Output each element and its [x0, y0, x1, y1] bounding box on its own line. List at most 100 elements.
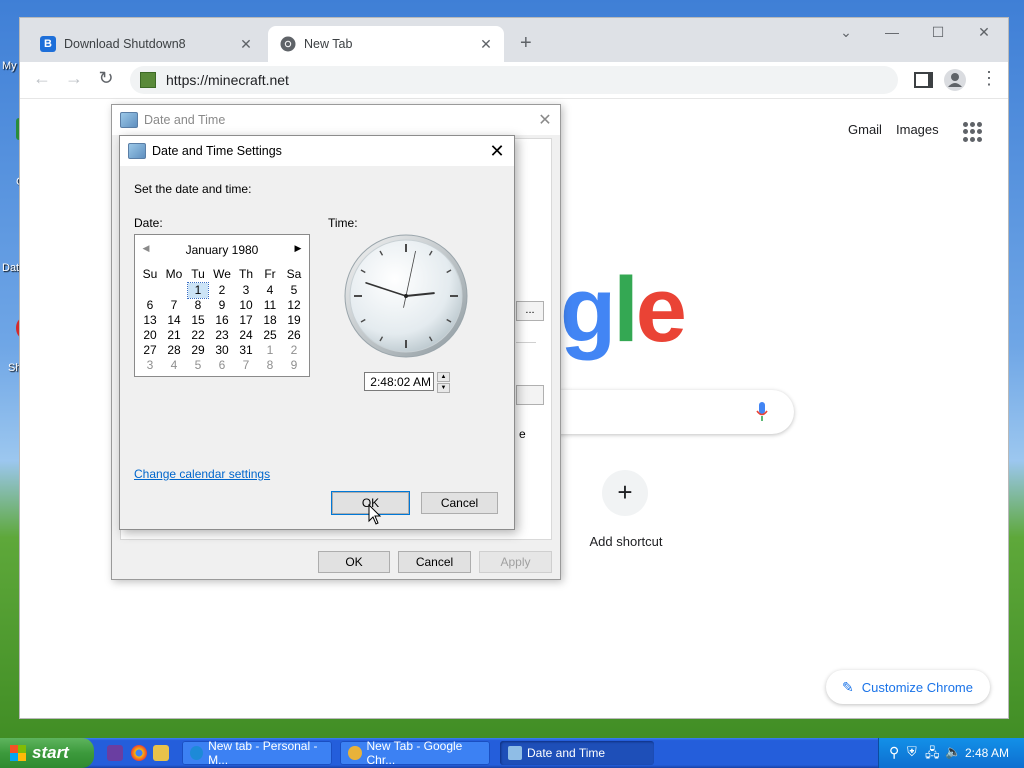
shield-icon[interactable]: ⛨ [907, 744, 917, 760]
calendar-day[interactable]: 15 [186, 313, 210, 328]
cancel-button[interactable]: Cancel [421, 492, 498, 514]
calendar-day[interactable]: 5 [186, 358, 210, 373]
change-timezone-button-partial[interactable] [516, 385, 544, 405]
calendar-day[interactable]: 11 [258, 298, 282, 313]
edge-icon [190, 746, 204, 760]
taskbar-clock[interactable]: 2:48 AM [965, 746, 1009, 760]
prev-month-icon[interactable]: ◀ [139, 243, 153, 254]
menu-icon[interactable]: ⋮ [980, 68, 998, 89]
calendar-day[interactable]: 19 [282, 313, 306, 328]
customize-chrome-button[interactable]: ✎ Customize Chrome [826, 670, 990, 704]
calendar-day[interactable]: 2 [210, 283, 234, 298]
url-text: https://minecraft.net [166, 72, 289, 88]
images-link[interactable]: Images [896, 122, 939, 137]
calendar-day[interactable]: 25 [258, 328, 282, 343]
close-icon[interactable]: ✕ [480, 141, 514, 162]
calendar-day[interactable]: 24 [234, 328, 258, 343]
calendar-day[interactable]: 6 [138, 298, 162, 313]
add-shortcut-button[interactable]: + [602, 470, 648, 516]
gmail-link[interactable]: Gmail [848, 122, 882, 137]
cancel-button[interactable]: Cancel [398, 551, 471, 573]
calendar-day[interactable]: 1 [187, 282, 209, 299]
address-bar[interactable]: https://minecraft.net [130, 66, 898, 94]
calendar-day[interactable]: 21 [162, 328, 186, 343]
spin-down-icon[interactable]: ▼ [437, 383, 450, 393]
tab-download-shutdown8[interactable]: B Download Shutdown8 ✕ [28, 26, 264, 62]
tab-new-tab[interactable]: New Tab ✕ [268, 26, 504, 62]
calendar-day[interactable]: 30 [210, 343, 234, 358]
new-tab-button[interactable]: + [520, 32, 532, 55]
spin-up-icon[interactable]: ▲ [437, 372, 450, 382]
date-time-icon [120, 112, 138, 128]
calendar-day[interactable]: 22 [186, 328, 210, 343]
calendar-day[interactable]: 9 [210, 298, 234, 313]
apply-button[interactable]: Apply [479, 551, 552, 573]
visual-studio-icon[interactable] [107, 745, 123, 761]
forward-icon[interactable]: → [62, 68, 86, 89]
calendar-day[interactable]: 2 [282, 343, 306, 358]
reload-icon[interactable]: ↻ [94, 68, 118, 89]
calendar-day[interactable]: 3 [234, 283, 258, 298]
task-date-time[interactable]: Date and Time [500, 741, 654, 765]
browser-toolbar: ← → ↻ https://minecraft.net ⋮ [20, 62, 1008, 99]
month-calendar[interactable]: ◀ January 1980 ▶ Su Mo Tu We Th Fr Sa 12345678… [134, 234, 310, 377]
calendar-day[interactable]: 27 [138, 343, 162, 358]
next-month-icon[interactable]: ▶ [291, 243, 305, 254]
calendar-day[interactable]: 20 [138, 328, 162, 343]
calendar-day[interactable]: 28 [162, 343, 186, 358]
tab-search-icon[interactable]: ⌄ [826, 24, 866, 41]
folder-icon[interactable] [153, 745, 169, 761]
network-icon[interactable]: 🖧 [925, 744, 940, 766]
time-spinner[interactable]: ▲ ▼ [437, 372, 450, 393]
calendar-day[interactable]: 4 [162, 358, 186, 373]
calendar-day[interactable]: 17 [234, 313, 258, 328]
calendar-day[interactable]: 8 [186, 298, 210, 313]
task-chrome[interactable]: New Tab - Google Chr... [340, 739, 490, 767]
calendar-day[interactable]: 3 [138, 358, 162, 373]
calendar-day[interactable]: 31 [234, 343, 258, 358]
change-calendar-settings-link[interactable]: Change calendar settings [134, 467, 270, 481]
close-tab-icon[interactable]: ✕ [478, 36, 494, 53]
calendar-day[interactable]: 18 [258, 313, 282, 328]
change-button-partial[interactable]: ... [516, 301, 544, 321]
microphone-icon[interactable] [756, 402, 768, 422]
calendar-day[interactable]: 12 [282, 298, 306, 313]
tab-strip: B Download Shutdown8 ✕ New Tab ✕ + ⌄ — ☐… [20, 18, 1008, 62]
calendar-day[interactable]: 23 [210, 328, 234, 343]
minimize-icon[interactable]: — [872, 24, 912, 40]
calendar-day[interactable]: 14 [162, 313, 186, 328]
chrome-icon[interactable] [131, 745, 147, 761]
calendar-day[interactable]: 4 [258, 283, 282, 298]
ok-button[interactable]: OK [318, 551, 390, 573]
google-apps-icon[interactable] [963, 122, 983, 142]
start-button[interactable]: start [0, 738, 94, 768]
close-window-icon[interactable]: ✕ [964, 24, 1004, 41]
logo-letter: l [613, 259, 639, 361]
calendar-day[interactable]: 16 [210, 313, 234, 328]
calendar-day[interactable]: 8 [258, 358, 282, 373]
calendar-day[interactable]: 13 [138, 313, 162, 328]
tab-title: New Tab [304, 37, 353, 51]
calendar-month-title[interactable]: January 1980 [159, 243, 285, 257]
search-icon[interactable]: ⚲ [889, 744, 899, 761]
close-tab-icon[interactable]: ✕ [238, 36, 254, 53]
calendar-day[interactable]: 6 [210, 358, 234, 373]
task-edge[interactable]: New tab - Personal - M... [182, 739, 332, 767]
side-panel-icon[interactable] [914, 72, 933, 88]
calendar-day[interactable]: 9 [282, 358, 306, 373]
calendar-day[interactable]: 26 [282, 328, 306, 343]
partial-text: e [519, 427, 526, 441]
volume-icon[interactable]: 🔈 [945, 744, 961, 760]
time-input[interactable]: 2:48:02 AM [364, 372, 434, 391]
close-icon[interactable]: ✕ [530, 110, 560, 130]
calendar-day[interactable]: 29 [186, 343, 210, 358]
maximize-icon[interactable]: ☐ [918, 24, 958, 41]
calendar-day[interactable]: 1 [258, 343, 282, 358]
calendar-day[interactable]: 10 [234, 298, 258, 313]
profile-avatar-icon[interactable] [944, 69, 966, 91]
calendar-day[interactable]: 7 [162, 298, 186, 313]
pencil-icon: ✎ [842, 678, 854, 695]
back-icon[interactable]: ← [30, 68, 54, 89]
calendar-day[interactable]: 5 [282, 283, 306, 298]
calendar-day[interactable]: 7 [234, 358, 258, 373]
